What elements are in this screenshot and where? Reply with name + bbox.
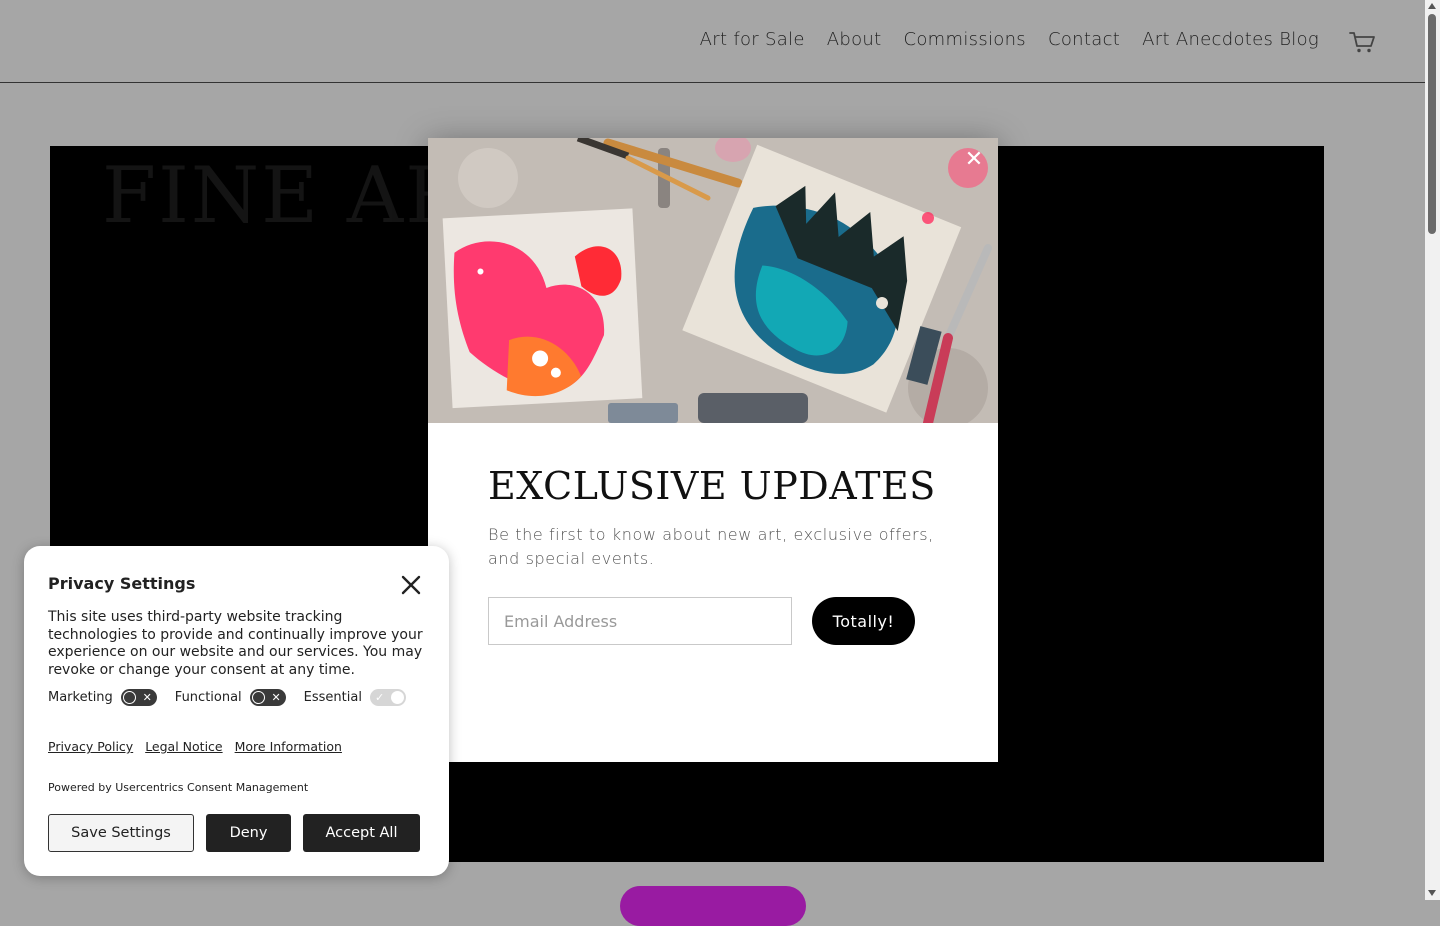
check-icon: ✓: [374, 691, 385, 704]
consent-links: Privacy Policy Legal Notice More Informa…: [48, 739, 342, 754]
x-icon: ✕: [271, 691, 281, 704]
toggle-label: Essential: [303, 690, 362, 705]
essential-toggle: ✓: [369, 689, 406, 706]
painting-studio-photo: [428, 138, 998, 423]
consent-toggles: Marketing ✕ Functional ✕ Essential ✓: [48, 689, 424, 706]
toggle-functional: Functional ✕: [175, 689, 286, 706]
deny-button[interactable]: Deny: [206, 814, 291, 852]
page-scrollbar[interactable]: [1425, 0, 1440, 900]
privacy-policy-link[interactable]: Privacy Policy: [48, 739, 133, 754]
nav-commissions[interactable]: Commissions: [903, 29, 1026, 50]
email-field[interactable]: [488, 597, 792, 645]
x-icon: ✕: [142, 691, 152, 704]
more-information-link[interactable]: More Information: [235, 739, 342, 754]
nav-about[interactable]: About: [827, 29, 882, 50]
popup-heading: EXCLUSIVE UPDATES: [488, 464, 936, 508]
legal-notice-link[interactable]: Legal Notice: [145, 739, 222, 754]
shopping-cart-icon[interactable]: [1348, 30, 1376, 54]
newsletter-popup: ✕ EXCLUSIVE UPDATES Be the first to know…: [428, 138, 998, 762]
powered-by: Powered by Usercentrics Consent Manageme…: [48, 781, 309, 794]
functional-toggle[interactable]: ✕: [249, 689, 286, 706]
toggle-label: Functional: [174, 690, 242, 705]
toggle-label: Marketing: [48, 690, 113, 705]
hero-cta-button[interactable]: [620, 886, 806, 926]
toggle-essential: Essential ✓: [304, 689, 406, 706]
close-icon[interactable]: [400, 574, 422, 596]
toggle-knob: [251, 691, 265, 704]
accept-all-button[interactable]: Accept All: [303, 814, 420, 852]
scroll-down-arrow-icon[interactable]: [1428, 890, 1436, 896]
consent-title: Privacy Settings: [48, 574, 196, 593]
marketing-toggle[interactable]: ✕: [120, 689, 157, 706]
nav-blog[interactable]: Art Anecdotes Blog: [1142, 29, 1319, 50]
save-settings-button[interactable]: Save Settings: [48, 814, 194, 852]
privacy-settings-dialog: Privacy Settings This site uses third-pa…: [24, 546, 449, 876]
popup-subtext: Be the first to know about new art, excl…: [488, 525, 934, 568]
scroll-up-arrow-icon[interactable]: [1428, 3, 1436, 9]
site-header: Art for Sale About Commissions Contact A…: [0, 0, 1425, 83]
toggle-knob: [390, 691, 404, 704]
nav-art-for-sale[interactable]: Art for Sale: [700, 29, 805, 50]
toggle-knob: [122, 691, 136, 704]
nav-contact[interactable]: Contact: [1048, 29, 1120, 50]
main-nav: Art for Sale About Commissions Contact A…: [700, 29, 1319, 50]
toggle-marketing: Marketing ✕: [48, 689, 157, 706]
close-icon[interactable]: ✕: [962, 148, 986, 172]
subscribe-button[interactable]: Totally!: [812, 597, 915, 645]
consent-body: This site uses third-party website track…: [48, 609, 423, 678]
scrollbar-thumb[interactable]: [1428, 14, 1436, 234]
